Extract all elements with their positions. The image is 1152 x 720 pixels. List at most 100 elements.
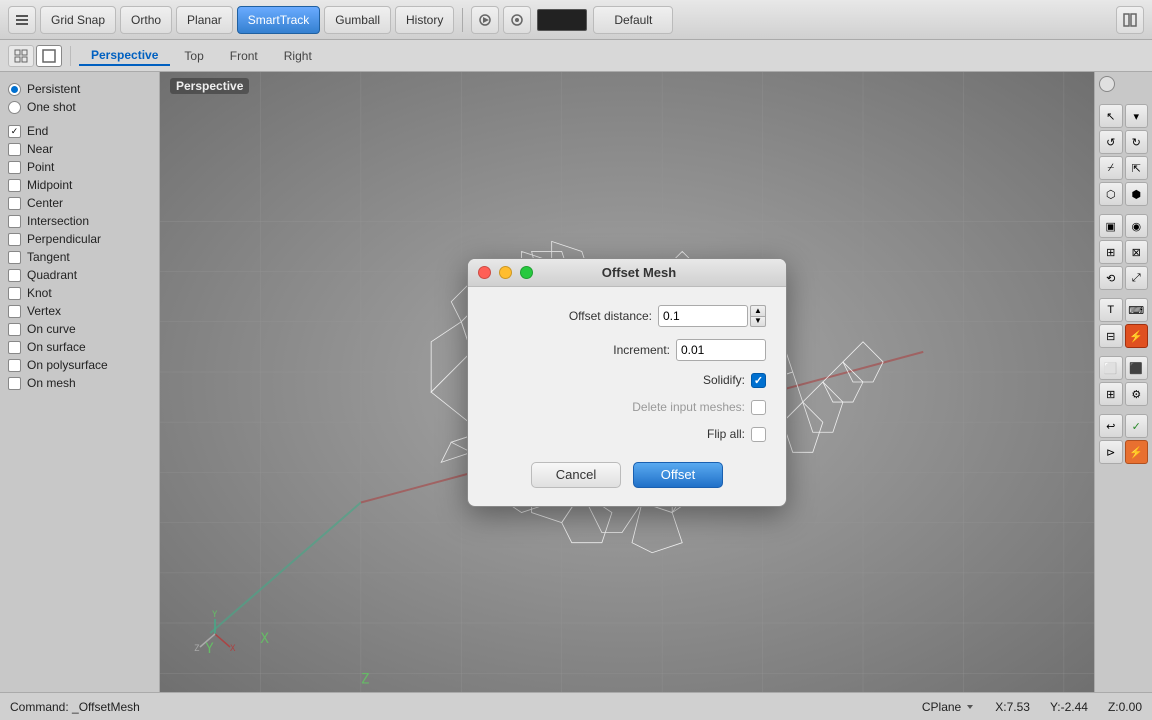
stepper-up-btn[interactable]: ▲ (750, 305, 766, 316)
viewport-grid-icon[interactable] (8, 45, 34, 67)
rt-row-4: ⬡ ⬢ (1099, 182, 1148, 206)
gumball-btn[interactable]: Gumball (324, 6, 391, 34)
persistent-radio[interactable] (8, 83, 21, 96)
rt-dropdown-btn[interactable]: ▾ (1125, 104, 1149, 128)
rt-row-3: ⌿ ⇱ (1099, 156, 1148, 180)
snap-perpendicular[interactable]: Perpendicular (8, 230, 151, 248)
rt-rotate-left-btn[interactable]: ↺ (1099, 130, 1123, 154)
on-polysurface-checkbox[interactable] (8, 359, 21, 372)
snap-intersection[interactable]: Intersection (8, 212, 151, 230)
target-btn[interactable] (503, 6, 531, 34)
snap-end[interactable]: ✓ End (8, 122, 151, 140)
on-mesh-label: On mesh (27, 376, 76, 390)
rt-check-btn[interactable]: ✓ (1125, 414, 1149, 438)
ortho-btn[interactable]: Ortho (120, 6, 172, 34)
rt-grid-btn[interactable]: ⊞ (1099, 382, 1123, 406)
one-shot-radio[interactable] (8, 101, 21, 114)
smarttrack-btn[interactable]: SmartTrack (237, 6, 321, 34)
snap-center[interactable]: Center (8, 194, 151, 212)
rt-text-btn[interactable]: T (1099, 298, 1123, 322)
intersection-checkbox[interactable] (8, 215, 21, 228)
viewport[interactable]: Y X Z (160, 72, 1094, 692)
tab-right[interactable]: Right (272, 47, 324, 65)
snap-knot[interactable]: Knot (8, 284, 151, 302)
flip-all-row: Flip all: (488, 427, 766, 442)
point-checkbox[interactable] (8, 161, 21, 174)
rt-options-btn[interactable]: ⚙ (1125, 382, 1149, 406)
record-btn[interactable] (471, 6, 499, 34)
sidebar-toggle-btn[interactable] (8, 6, 36, 34)
rt-dim2-btn[interactable]: ⚡ (1125, 324, 1149, 348)
rt-tool3a-btn[interactable]: ⌿ (1099, 156, 1123, 180)
midpoint-checkbox[interactable] (8, 179, 21, 192)
viewport-single-icon[interactable] (36, 45, 62, 67)
rt-scale-btn[interactable]: ⤢ (1125, 266, 1149, 290)
on-surface-checkbox[interactable] (8, 341, 21, 354)
end-checkbox[interactable]: ✓ (8, 125, 21, 138)
rt-tool6b-btn[interactable]: ⊠ (1125, 240, 1149, 264)
snap-vertex[interactable]: Vertex (8, 302, 151, 320)
tab-top[interactable]: Top (172, 47, 215, 65)
rt-text2-btn[interactable]: ⌨ (1125, 298, 1149, 322)
offset-button[interactable]: Offset (633, 462, 723, 488)
snap-on-curve[interactable]: On curve (8, 320, 151, 338)
rt-cursor-btn[interactable]: ↖ (1099, 104, 1123, 128)
rt-tool4a-btn[interactable]: ⬡ (1099, 182, 1123, 206)
intersection-label: Intersection (27, 214, 89, 228)
vertex-checkbox[interactable] (8, 305, 21, 318)
rt-undo-btn[interactable]: ↩ (1099, 414, 1123, 438)
perpendicular-checkbox[interactable] (8, 233, 21, 246)
rt-tool4b-btn[interactable]: ⬢ (1125, 182, 1149, 206)
snap-on-surface[interactable]: On surface (8, 338, 151, 356)
stepper-down-btn[interactable]: ▼ (750, 316, 766, 327)
rt-obj2-btn[interactable]: ⬛ (1125, 356, 1149, 380)
center-checkbox[interactable] (8, 197, 21, 210)
rt-obj-btn[interactable]: ⬜ (1099, 356, 1123, 380)
knot-label: Knot (27, 286, 52, 300)
on-curve-checkbox[interactable] (8, 323, 21, 336)
rt-tool6a-btn[interactable]: ⊞ (1099, 240, 1123, 264)
snap-on-polysurface[interactable]: On polysurface (8, 356, 151, 374)
delete-input-checkbox[interactable] (751, 400, 766, 415)
offset-distance-label: Offset distance: (488, 309, 652, 323)
default-btn[interactable]: Default (593, 6, 673, 34)
snap-one-shot[interactable]: One shot (8, 98, 151, 116)
cplane-selector[interactable]: CPlane (922, 700, 975, 714)
snap-quadrant[interactable]: Quadrant (8, 266, 151, 284)
rt-sphere-btn[interactable]: ◉ (1125, 214, 1149, 238)
snap-on-mesh[interactable]: On mesh (8, 374, 151, 392)
planar-btn[interactable]: Planar (176, 6, 233, 34)
tangent-checkbox[interactable] (8, 251, 21, 264)
flip-all-label: Flip all: (488, 427, 745, 441)
rt-orange-btn[interactable]: ⚡ (1125, 440, 1149, 464)
knot-checkbox[interactable] (8, 287, 21, 300)
snap-near[interactable]: Near (8, 140, 151, 158)
offset-distance-input[interactable] (658, 305, 748, 327)
snap-tangent[interactable]: Tangent (8, 248, 151, 266)
solidify-checkbox[interactable] (751, 373, 766, 388)
rt-tool3b-btn[interactable]: ⇱ (1125, 156, 1149, 180)
snap-midpoint[interactable]: Midpoint (8, 176, 151, 194)
cancel-button[interactable]: Cancel (531, 462, 621, 488)
quadrant-checkbox[interactable] (8, 269, 21, 282)
rt-move-btn[interactable]: ⟲ (1099, 266, 1123, 290)
on-mesh-checkbox[interactable] (8, 377, 21, 390)
near-checkbox[interactable] (8, 143, 21, 156)
rt-cube-btn[interactable]: ▣ (1099, 214, 1123, 238)
point-label: Point (27, 160, 54, 174)
snap-point[interactable]: Point (8, 158, 151, 176)
snap-persistent[interactable]: Persistent (8, 80, 151, 98)
rt-dim-btn[interactable]: ⊟ (1099, 324, 1123, 348)
dialog-close-btn[interactable] (478, 266, 491, 279)
rt-filter-btn[interactable]: ⊳ (1099, 440, 1123, 464)
rt-rotate-right-btn[interactable]: ↻ (1125, 130, 1149, 154)
flip-all-checkbox[interactable] (751, 427, 766, 442)
increment-input[interactable] (676, 339, 766, 361)
grid-snap-btn[interactable]: Grid Snap (40, 6, 116, 34)
rt-row-1: ↖ ▾ (1099, 104, 1148, 128)
history-btn[interactable]: History (395, 6, 454, 34)
tab-front[interactable]: Front (218, 47, 270, 65)
tab-perspective[interactable]: Perspective (79, 46, 170, 66)
color-swatch[interactable] (537, 9, 587, 31)
layout-toggle-btn[interactable] (1116, 6, 1144, 34)
